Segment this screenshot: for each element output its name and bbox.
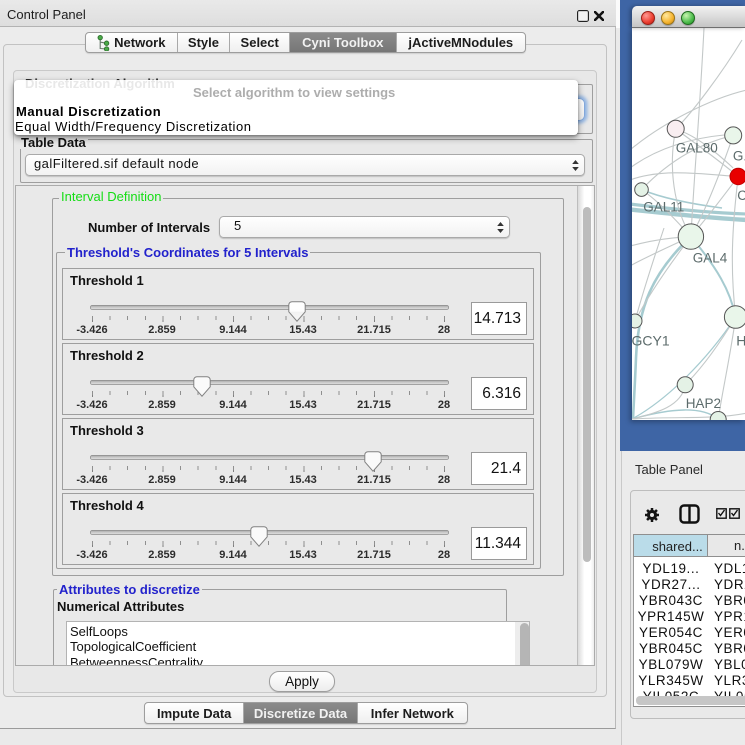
svg-text:GCY1: GCY1 — [632, 333, 670, 349]
svg-text:GAL80: GAL80 — [676, 141, 718, 156]
svg-text:HAP2: HAP2 — [686, 396, 721, 411]
svg-text:G.: G. — [733, 149, 745, 164]
svg-text:C: C — [737, 188, 745, 203]
svg-text:GAL11: GAL11 — [643, 200, 684, 215]
svg-text:GAL4: GAL4 — [693, 251, 728, 266]
svg-text:H: H — [736, 333, 745, 349]
